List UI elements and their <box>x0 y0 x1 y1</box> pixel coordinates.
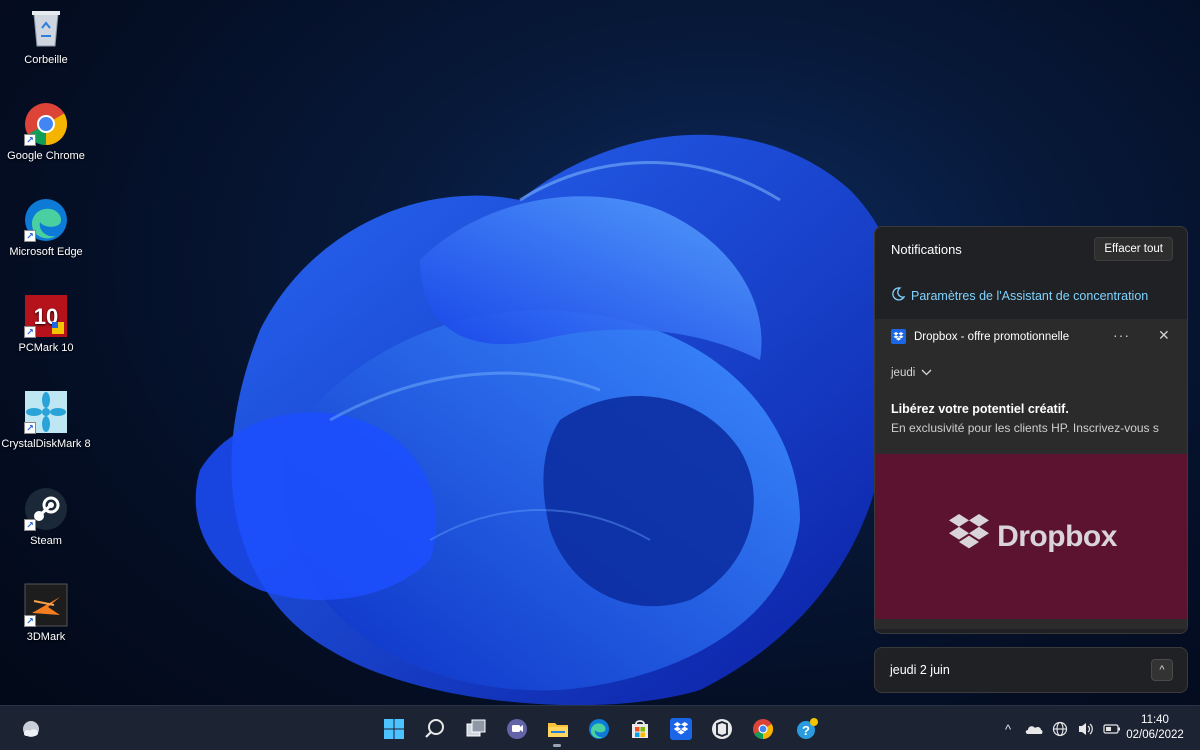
pcmark-icon: 10 ↗ <box>24 294 68 338</box>
steam-icon: ↗ <box>24 487 68 531</box>
clear-all-button[interactable]: Effacer tout <box>1094 237 1173 261</box>
chevron-up-icon[interactable]: ^ <box>998 719 1018 739</box>
dropbox-icon <box>891 329 906 344</box>
toast-app-name: Dropbox - offre promotionnelle <box>914 330 1070 343</box>
hp-icon[interactable] <box>707 714 737 744</box>
focus-assist-settings-link[interactable]: Paramètres de l'Assistant de concentrati… <box>891 287 1148 304</box>
desktop-icon-steam[interactable]: ↗ Steam <box>0 487 92 547</box>
store-icon[interactable] <box>625 714 655 744</box>
recycle-bin-icon <box>24 6 68 50</box>
tips-icon[interactable]: ? <box>792 714 822 744</box>
focus-assist-label: Paramètres de l'Assistant de concentrati… <box>911 288 1149 303</box>
desktop-icon-edge[interactable]: ↗ Microsoft Edge <box>0 198 92 258</box>
crystaldiskmark-icon: ↗ <box>24 390 68 434</box>
toast-app-header: Dropbox - offre promotionnelle <box>891 329 1069 344</box>
dropbox-logo-icon <box>947 514 991 559</box>
toast-day-selector[interactable]: jeudi <box>891 367 932 379</box>
desktop-icon-label: PCMark 10 <box>18 342 74 354</box>
chevron-up-icon[interactable]: ^ <box>1151 659 1173 681</box>
teams-chat-icon[interactable] <box>502 714 532 744</box>
toast-title: Libérez votre potentiel créatif. <box>891 402 1069 416</box>
desktop-icon-3dmark[interactable]: ↗ 3DMark <box>0 583 92 643</box>
taskbar: ? ^ 11:40 02/06/2022 <box>0 705 1200 750</box>
system-tray: ^ <box>998 719 1122 739</box>
desktop-icon-label: CrystalDiskMark 8 <box>1 438 91 450</box>
edge-icon: ↗ <box>24 198 68 242</box>
active-app-indicator <box>553 744 561 747</box>
volume-icon[interactable] <box>1076 719 1096 739</box>
search-icon[interactable] <box>420 714 450 744</box>
desktop-icon-crystaldiskmark[interactable]: ↗ CrystalDiskMark 8 <box>0 390 92 450</box>
shortcut-arrow-icon: ↗ <box>24 134 36 146</box>
shortcut-arrow-icon: ↗ <box>24 422 36 434</box>
desktop-icon-chrome[interactable]: ↗ Google Chrome <box>0 102 92 162</box>
weather-widget-icon[interactable] <box>16 714 46 744</box>
taskbar-clock[interactable]: 11:40 02/06/2022 <box>1118 713 1192 743</box>
chrome-icon: ↗ <box>24 102 68 146</box>
dropbox-notification-toast[interactable]: Dropbox - offre promotionnelle ··· ✕ jeu… <box>875 319 1187 629</box>
toast-body: En exclusivité pour les clients HP. Insc… <box>891 421 1159 435</box>
dropbox-brand-text: Dropbox <box>997 519 1117 553</box>
desktop-icon-label: 3DMark <box>26 631 66 643</box>
clock-time: 11:40 <box>1141 714 1169 726</box>
onedrive-icon[interactable] <box>1024 719 1044 739</box>
more-options-icon[interactable]: ··· <box>1113 327 1130 343</box>
desktop-icon-pcmark[interactable]: 10 ↗ PCMark 10 <box>0 294 92 354</box>
desktop-icon-recycle-bin[interactable]: Corbeille <box>0 6 92 66</box>
clock-date: 02/06/2022 <box>1126 729 1184 741</box>
desktop-icon-label: Corbeille <box>24 54 68 66</box>
task-view-icon[interactable] <box>461 714 491 744</box>
desktop-icon-label: Google Chrome <box>7 150 85 162</box>
notification-center: Notifications Effacer tout Paramètres de… <box>874 226 1188 634</box>
network-globe-icon[interactable] <box>1050 719 1070 739</box>
start-icon[interactable] <box>379 714 409 744</box>
shortcut-arrow-icon: ↗ <box>24 326 36 338</box>
moon-icon <box>891 287 906 304</box>
shortcut-arrow-icon: ↗ <box>24 230 36 242</box>
chrome-icon[interactable] <box>748 714 778 744</box>
close-icon[interactable]: ✕ <box>1158 327 1170 344</box>
calendar-panel[interactable]: jeudi 2 juin ^ <box>874 647 1188 693</box>
3dmark-icon: ↗ <box>24 583 68 627</box>
svg-text:?: ? <box>802 723 810 738</box>
desktop-icon-label: Steam <box>30 535 62 547</box>
edge-icon[interactable] <box>584 714 614 744</box>
dropbox-promo-banner[interactable]: Dropbox <box>875 454 1187 619</box>
chevron-down-icon <box>921 367 932 379</box>
file-explorer-icon[interactable] <box>543 714 573 744</box>
shortcut-arrow-icon: ↗ <box>24 615 36 627</box>
desktop-icon-label: Microsoft Edge <box>9 246 83 258</box>
dropbox-icon[interactable] <box>666 714 696 744</box>
toast-day-label: jeudi <box>891 367 916 379</box>
notifications-title: Notifications <box>891 242 962 257</box>
shortcut-arrow-icon: ↗ <box>24 519 36 531</box>
calendar-date-label: jeudi 2 juin <box>890 663 950 677</box>
